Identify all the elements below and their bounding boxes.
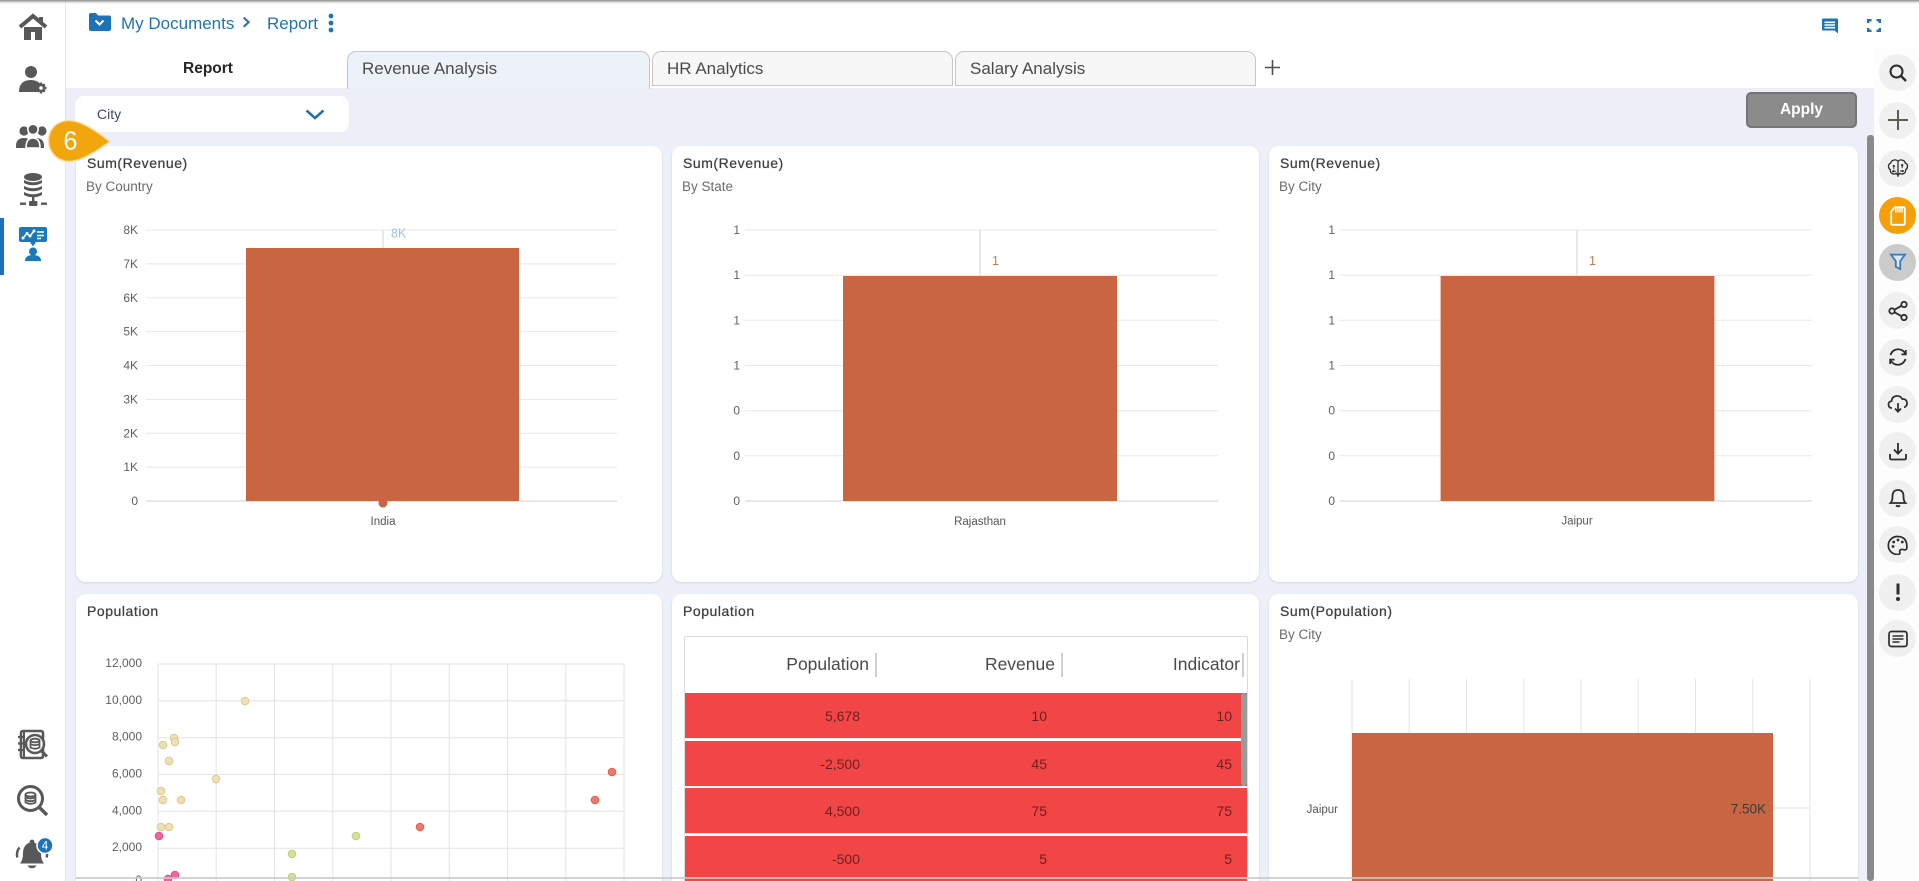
svg-text:1: 1 xyxy=(733,313,740,327)
svg-text:1: 1 xyxy=(1589,254,1596,268)
svg-text:7.50K: 7.50K xyxy=(1731,802,1766,817)
svg-text:Jaipur: Jaipur xyxy=(1307,804,1338,816)
svg-text:1K: 1K xyxy=(123,460,138,474)
svg-text:1: 1 xyxy=(733,223,740,237)
svg-text:8,000: 8,000 xyxy=(112,730,142,744)
svg-text:1: 1 xyxy=(1328,268,1335,282)
svg-text:6,000: 6,000 xyxy=(112,767,142,781)
svg-text:5K: 5K xyxy=(123,325,138,339)
svg-text:1: 1 xyxy=(733,268,740,282)
svg-text:1: 1 xyxy=(1328,359,1335,373)
svg-text:8K: 8K xyxy=(123,223,138,237)
svg-text:Jaipur: Jaipur xyxy=(1561,516,1592,528)
svg-text:India: India xyxy=(371,516,397,528)
svg-text:4: 4 xyxy=(41,841,48,853)
svg-text:0: 0 xyxy=(131,494,138,508)
svg-text:2,000: 2,000 xyxy=(112,840,142,854)
svg-text:0: 0 xyxy=(1328,404,1335,418)
svg-text:8K: 8K xyxy=(391,227,407,241)
svg-text:7K: 7K xyxy=(123,257,138,271)
svg-text:4K: 4K xyxy=(123,359,138,373)
svg-text:3K: 3K xyxy=(123,392,138,406)
svg-text:1: 1 xyxy=(992,254,999,268)
svg-text:Rajasthan: Rajasthan xyxy=(954,516,1006,528)
svg-text:6: 6 xyxy=(63,128,77,156)
svg-text:1: 1 xyxy=(1328,313,1335,327)
svg-text:1: 1 xyxy=(733,359,740,373)
svg-text:6K: 6K xyxy=(123,291,138,305)
svg-text:0: 0 xyxy=(733,449,740,463)
svg-text:12,000: 12,000 xyxy=(105,656,142,670)
svg-text:0: 0 xyxy=(733,494,740,508)
svg-text:4,000: 4,000 xyxy=(112,803,142,817)
svg-text:10,000: 10,000 xyxy=(105,693,142,707)
svg-text:0: 0 xyxy=(733,404,740,418)
svg-text:2K: 2K xyxy=(123,426,138,440)
svg-text:0: 0 xyxy=(1328,449,1335,463)
svg-text:1: 1 xyxy=(1328,223,1335,237)
svg-text:0: 0 xyxy=(1328,494,1335,508)
